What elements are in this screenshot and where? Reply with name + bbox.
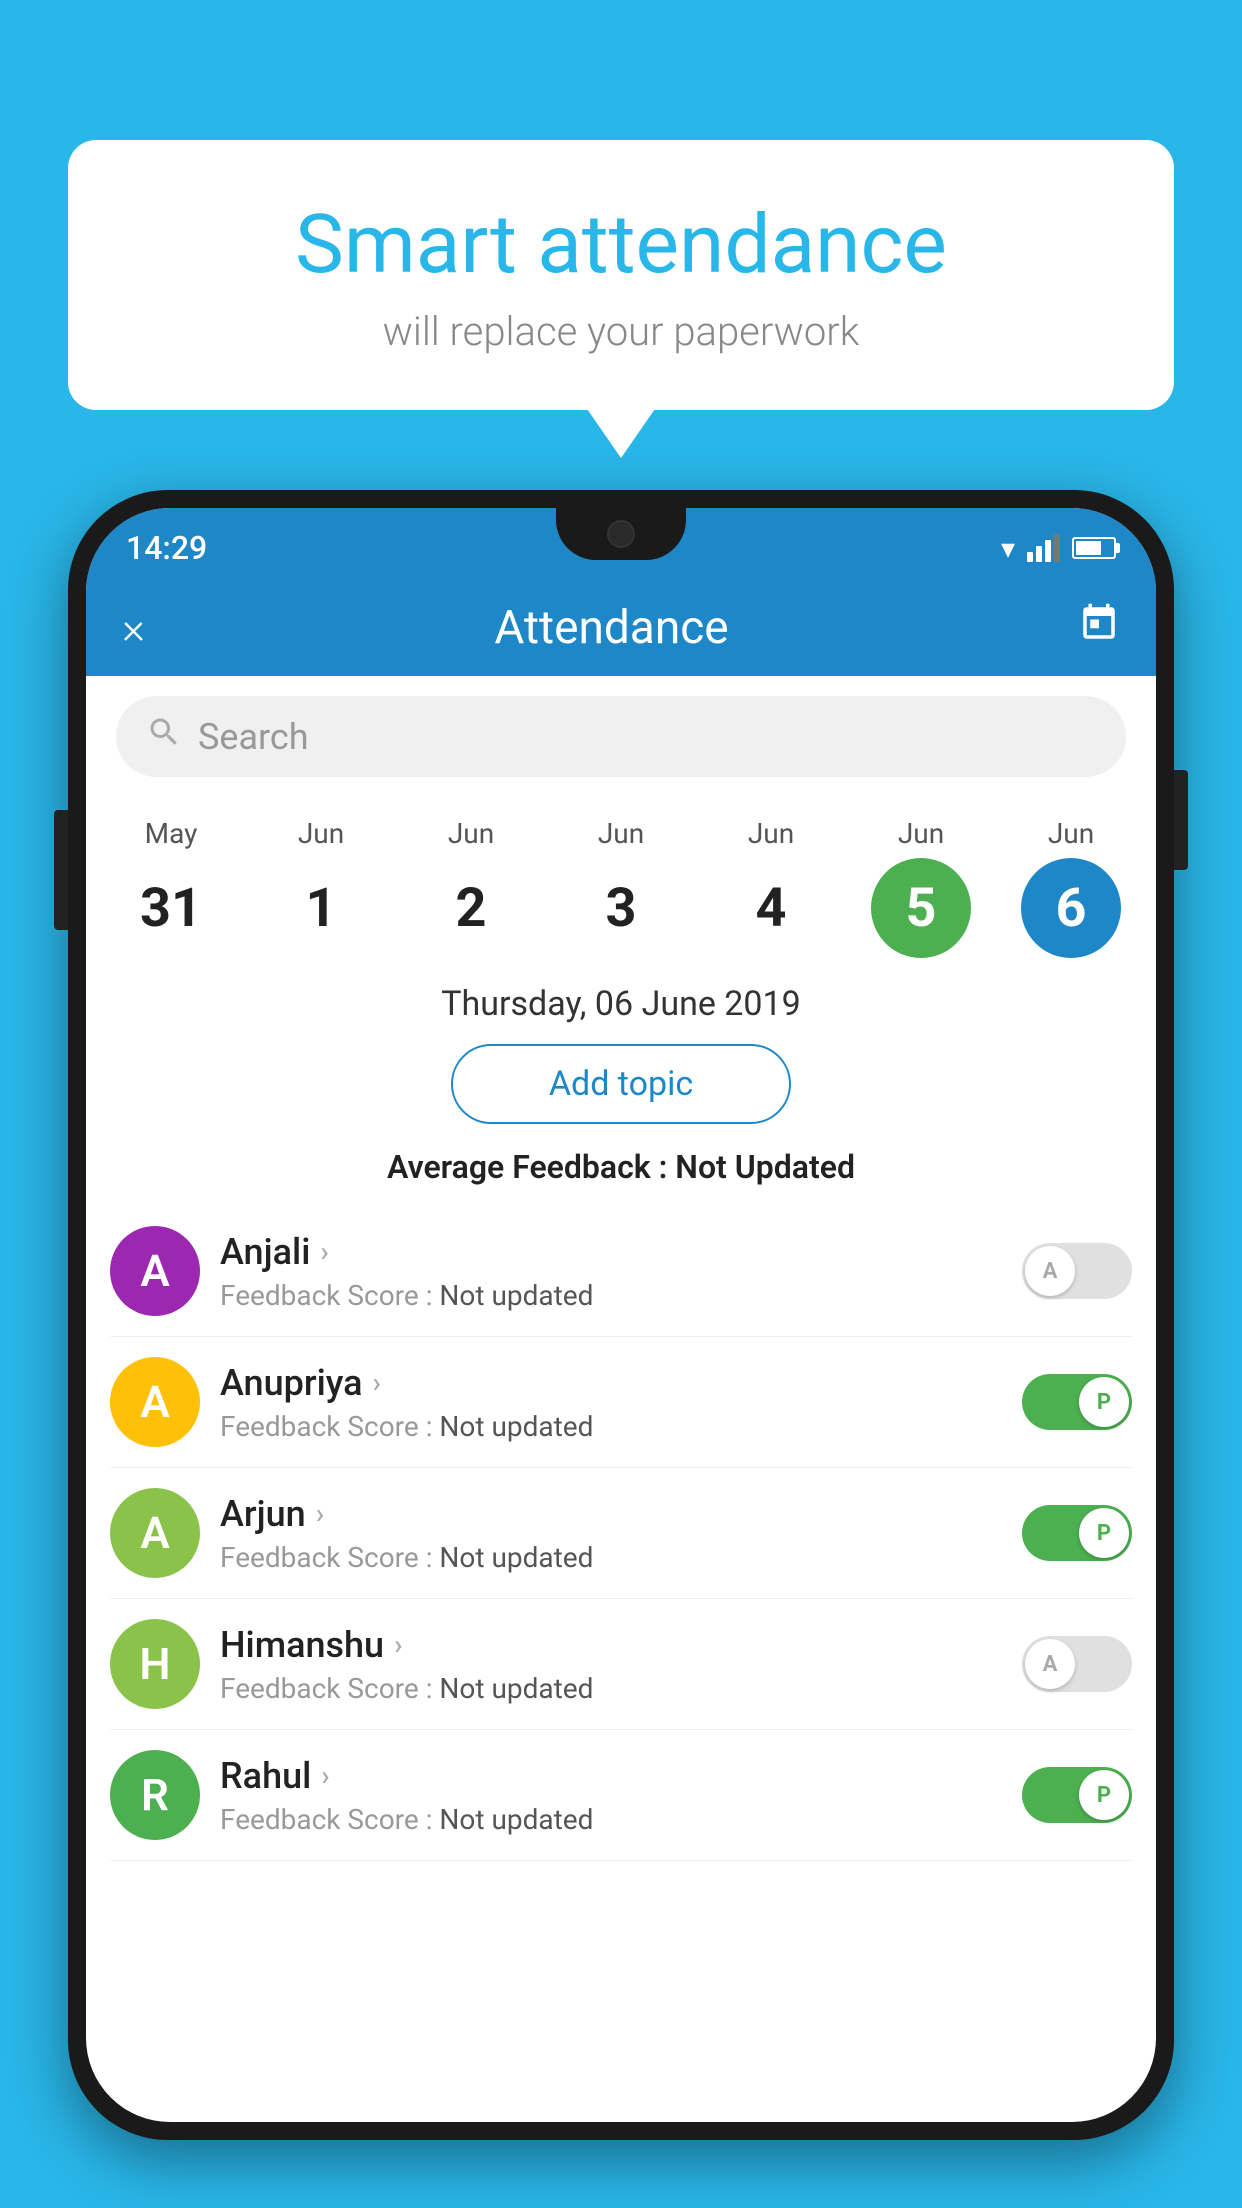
cal-date-number: 4 [721,858,821,958]
calendar-icon[interactable] [1078,602,1120,654]
status-icons: ▾ [1001,532,1116,565]
cal-date-number: 6 [1021,858,1121,958]
status-time: 14:29 [126,529,207,567]
wifi-icon: ▾ [1001,532,1015,565]
header-title: Attendance [494,601,728,655]
toggle-knob: P [1079,1508,1129,1558]
chevron-right-icon: › [321,1759,329,1792]
battery-icon [1072,537,1116,559]
phone-frame: 14:29 ▾ [68,490,1174,2140]
toggle-knob: P [1079,1377,1129,1427]
app-header: × Attendance [86,580,1156,676]
search-placeholder: Search [198,716,309,758]
cal-date-number: 3 [571,858,671,958]
cal-date-number: 31 [121,858,221,958]
close-button[interactable]: × [122,602,145,654]
attendance-toggle[interactable]: A [1022,1636,1132,1692]
student-item[interactable]: A Anjali › Feedback Score : Not updated A [110,1206,1132,1337]
calendar-day-31[interactable]: May 31 [111,817,231,958]
student-info: Anupriya › Feedback Score : Not updated [220,1362,1002,1443]
student-name-text: Himanshu [220,1624,384,1666]
speech-bubble: Smart attendance will replace your paper… [68,140,1174,410]
signal-bars-icon [1027,534,1060,562]
student-list: AAnjali›Feedback Score : Not updatedAAAn… [86,1206,1156,1861]
speech-bubble-container: Smart attendance will replace your paper… [68,140,1174,410]
avg-feedback: Average Feedback : Not Updated [86,1148,1156,1206]
student-info: Rahul › Feedback Score : Not updated [220,1755,1002,1836]
cal-month-label: Jun [598,817,644,850]
student-info: Anjali › Feedback Score : Not updated [220,1231,1002,1312]
student-item[interactable]: A Arjun › Feedback Score : Not updated P [110,1468,1132,1599]
attendance-toggle[interactable]: P [1022,1374,1132,1430]
cal-date-number: 1 [271,858,371,958]
student-name: Anupriya › [220,1362,1002,1404]
chevron-right-icon: › [320,1235,328,1268]
student-name-text: Arjun [220,1493,306,1535]
student-name: Rahul › [220,1755,1002,1797]
student-name-text: Anupriya [220,1362,363,1404]
attendance-toggle[interactable]: P [1022,1505,1132,1561]
student-name: Anjali › [220,1231,1002,1273]
search-bar[interactable]: Search [116,696,1126,777]
cal-month-label: May [145,817,198,850]
cal-month-label: Jun [748,817,794,850]
student-feedback: Feedback Score : Not updated [220,1672,1002,1705]
add-topic-button[interactable]: Add topic [451,1044,791,1124]
phone-screen: 14:29 ▾ [86,508,1156,2122]
calendar-day-3[interactable]: Jun 3 [561,817,681,958]
chevron-right-icon: › [373,1366,381,1399]
toggle-knob: A [1025,1639,1075,1689]
phone-notch [556,508,686,560]
student-info: Arjun › Feedback Score : Not updated [220,1493,1002,1574]
calendar-day-6[interactable]: Jun 6 [1011,817,1131,958]
student-avatar: A [110,1226,200,1316]
toggle-knob: A [1025,1246,1075,1296]
student-avatar: H [110,1619,200,1709]
calendar-day-2[interactable]: Jun 2 [411,817,531,958]
notch-camera [607,520,635,548]
student-avatar: A [110,1357,200,1447]
chevron-right-icon: › [316,1497,324,1530]
search-icon [146,714,182,759]
cal-month-label: Jun [448,817,494,850]
calendar-day-5[interactable]: Jun 5 [861,817,981,958]
phone-container: 14:29 ▾ [68,490,1174,2140]
toggle-knob: P [1079,1770,1129,1820]
calendar-row: May 31 Jun 1 Jun 2 Jun 3 Jun 4 Jun 5 Jun 6 [86,797,1156,974]
attendance-toggle[interactable]: A [1022,1243,1132,1299]
attendance-toggle[interactable]: P [1022,1767,1132,1823]
calendar-day-1[interactable]: Jun 1 [261,817,381,958]
avg-feedback-value: Not Updated [675,1148,855,1186]
chevron-right-icon: › [394,1628,402,1661]
student-name-text: Anjali [220,1231,310,1273]
bubble-subtitle: will replace your paperwork [118,308,1124,355]
student-name: Arjun › [220,1493,1002,1535]
student-feedback: Feedback Score : Not updated [220,1279,1002,1312]
student-avatar: R [110,1750,200,1840]
bubble-title: Smart attendance [118,200,1124,290]
selected-date: Thursday, 06 June 2019 [86,974,1156,1044]
student-item[interactable]: H Himanshu › Feedback Score : Not updated A [110,1599,1132,1730]
student-name: Himanshu › [220,1624,1002,1666]
avg-feedback-label: Average Feedback : [387,1148,667,1186]
cal-month-label: Jun [298,817,344,850]
student-item[interactable]: A Anupriya › Feedback Score : Not updated P [110,1337,1132,1468]
student-name-text: Rahul [220,1755,311,1797]
student-item[interactable]: R Rahul › Feedback Score : Not updated P [110,1730,1132,1861]
student-feedback: Feedback Score : Not updated [220,1803,1002,1836]
cal-date-number: 2 [421,858,521,958]
student-feedback: Feedback Score : Not updated [220,1541,1002,1574]
cal-date-number: 5 [871,858,971,958]
calendar-day-4[interactable]: Jun 4 [711,817,831,958]
student-feedback: Feedback Score : Not updated [220,1410,1002,1443]
cal-month-label: Jun [1048,817,1094,850]
screen-content: Search May 31 Jun 1 Jun 2 Jun 3 Jun 4 Jun 5 Jun 6 Thu… [86,676,1156,2122]
student-info: Himanshu › Feedback Score : Not updated [220,1624,1002,1705]
cal-month-label: Jun [898,817,944,850]
student-avatar: A [110,1488,200,1578]
